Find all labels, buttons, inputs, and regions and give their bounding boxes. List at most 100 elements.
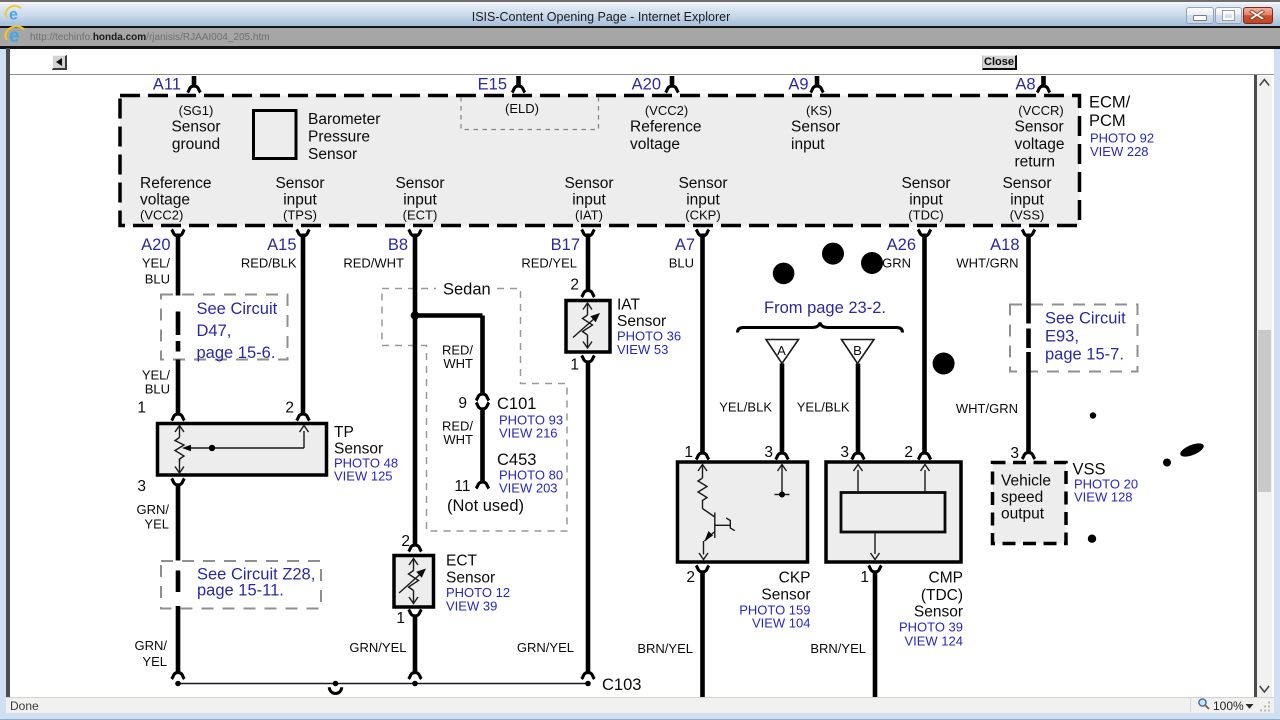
svg-text:voltage: voltage — [1015, 136, 1065, 153]
svg-text:Barometer: Barometer — [308, 111, 380, 128]
svg-text:VIEW 216: VIEW 216 — [499, 426, 558, 441]
svg-text:VIEW 125: VIEW 125 — [334, 469, 393, 484]
svg-text:2: 2 — [904, 444, 913, 461]
svg-text:input: input — [403, 192, 437, 209]
svg-text:(IAT): (IAT) — [575, 208, 603, 223]
svg-text:input: input — [1010, 192, 1044, 209]
svg-text:A: A — [777, 343, 786, 358]
svg-text:2: 2 — [285, 400, 294, 417]
svg-text:speed: speed — [1001, 489, 1043, 506]
svg-text:BLU: BLU — [669, 256, 694, 271]
svg-text:Pressure: Pressure — [308, 129, 370, 146]
svg-text:Sensor: Sensor — [678, 175, 727, 192]
svg-text:2: 2 — [401, 533, 410, 550]
svg-text:VIEW 124: VIEW 124 — [904, 634, 963, 649]
svg-text:page 15-6.: page 15-6. — [197, 344, 276, 362]
svg-text:Reference: Reference — [140, 175, 212, 192]
svg-text:RED/YEL: RED/YEL — [521, 256, 577, 271]
svg-text:(CKP): (CKP) — [685, 208, 720, 223]
svg-text:E93,: E93, — [1045, 328, 1079, 346]
svg-text:ECT: ECT — [446, 553, 478, 570]
svg-text:YEL/BLK: YEL/BLK — [719, 400, 772, 415]
svg-text:1: 1 — [860, 569, 869, 586]
svg-text:VIEW 203: VIEW 203 — [499, 481, 558, 496]
svg-text:Sensor: Sensor — [171, 119, 220, 136]
svg-text:C101: C101 — [497, 395, 536, 413]
svg-text:A20: A20 — [632, 76, 661, 94]
svg-text:2: 2 — [570, 277, 579, 294]
svg-text:(TPS): (TPS) — [283, 208, 317, 223]
svg-text:Sensor: Sensor — [446, 570, 495, 587]
svg-text:WHT/GRN: WHT/GRN — [956, 256, 1018, 271]
svg-text:ground: ground — [172, 136, 220, 153]
svg-text:A7: A7 — [675, 236, 695, 254]
svg-text:input: input — [909, 192, 943, 209]
svg-text:(VCC2): (VCC2) — [645, 103, 688, 118]
svg-text:input: input — [572, 192, 606, 209]
svg-text:A26: A26 — [887, 236, 916, 254]
svg-text:(VCC2): (VCC2) — [140, 208, 183, 223]
svg-text:D47,: D47, — [197, 322, 232, 340]
svg-text:See Circuit: See Circuit — [197, 300, 278, 318]
svg-text:BLU: BLU — [145, 272, 170, 287]
svg-text:Sensor: Sensor — [395, 175, 444, 192]
svg-text:Sensor: Sensor — [564, 175, 613, 192]
svg-text:IAT: IAT — [617, 297, 640, 314]
svg-text:output: output — [1001, 506, 1045, 523]
svg-text:voltage: voltage — [630, 136, 680, 153]
svg-text:1: 1 — [396, 610, 405, 627]
svg-text:1: 1 — [137, 400, 146, 417]
svg-text:voltage: voltage — [140, 192, 190, 209]
svg-text:11: 11 — [454, 478, 470, 495]
svg-text:3: 3 — [764, 444, 773, 461]
svg-text:VIEW 53: VIEW 53 — [617, 342, 668, 357]
svg-text:2: 2 — [686, 569, 695, 586]
svg-text:PCM: PCM — [1089, 112, 1126, 130]
svg-text:Sensor: Sensor — [1015, 119, 1064, 136]
svg-text:(VSS): (VSS) — [1010, 208, 1045, 223]
svg-text:3: 3 — [137, 478, 146, 495]
svg-text:page 15-11.: page 15-11. — [197, 582, 284, 600]
svg-text:A20: A20 — [141, 236, 170, 254]
svg-text:GRN/YEL: GRN/YEL — [349, 640, 406, 655]
svg-text:(Not used): (Not used) — [447, 497, 524, 515]
svg-text:9: 9 — [458, 395, 467, 412]
svg-text:YEL: YEL — [144, 517, 169, 532]
svg-text:B: B — [853, 343, 862, 358]
svg-text:input: input — [791, 136, 825, 153]
svg-text:BRN/YEL: BRN/YEL — [810, 641, 866, 656]
svg-text:WHT: WHT — [443, 432, 473, 447]
svg-text:Reference: Reference — [630, 119, 702, 136]
svg-text:GRN: GRN — [882, 256, 911, 271]
svg-text:(KS): (KS) — [806, 103, 832, 118]
svg-text:YEL: YEL — [142, 654, 167, 669]
svg-text:Sensor: Sensor — [914, 604, 963, 621]
svg-text:A18: A18 — [990, 236, 1019, 254]
svg-text:See Circuit: See Circuit — [1045, 310, 1126, 328]
svg-text:RED/BLK: RED/BLK — [241, 256, 297, 271]
svg-text:A15: A15 — [267, 236, 296, 254]
svg-text:Sensor: Sensor — [1002, 175, 1051, 192]
svg-text:Vehicle: Vehicle — [1001, 473, 1051, 490]
svg-text:A11: A11 — [153, 76, 181, 94]
svg-text:GRN/: GRN/ — [135, 638, 168, 653]
svg-text:CMP: CMP — [929, 570, 963, 587]
svg-text:e: e — [9, 7, 18, 24]
svg-text:Sedan: Sedan — [443, 281, 491, 299]
svg-text:(TDC): (TDC) — [921, 587, 963, 604]
svg-text:(ECT): (ECT) — [403, 208, 438, 223]
svg-text:page 15-7.: page 15-7. — [1045, 346, 1124, 364]
svg-text:BRN/YEL: BRN/YEL — [637, 641, 693, 656]
svg-text:WHT: WHT — [443, 356, 473, 371]
svg-text:1: 1 — [684, 444, 693, 461]
svg-text:(VCCR): (VCCR) — [1018, 103, 1064, 118]
svg-text:1: 1 — [570, 357, 579, 374]
svg-text:3: 3 — [840, 444, 849, 461]
svg-text:VIEW 39: VIEW 39 — [446, 599, 497, 614]
svg-text:Sensor: Sensor — [275, 175, 324, 192]
svg-text:A8: A8 — [1015, 76, 1035, 94]
svg-text:return: return — [1015, 154, 1056, 171]
svg-text:ECM/: ECM/ — [1089, 94, 1131, 112]
svg-text:YEL/BLK: YEL/BLK — [797, 400, 850, 415]
svg-text:Sensor: Sensor — [901, 175, 950, 192]
